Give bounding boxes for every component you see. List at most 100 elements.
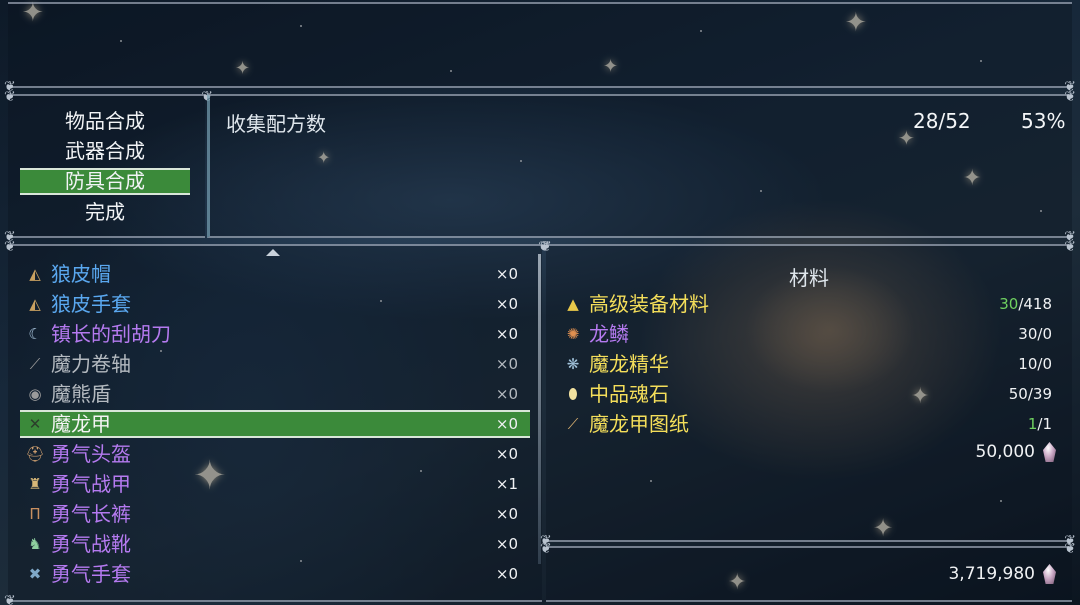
material-name: 龙鳞 [589, 322, 629, 346]
ornament-icon: ❦ [1064, 541, 1076, 557]
recipe-name: 勇气战靴 [51, 532, 131, 556]
material-amount: 50/39 [1009, 380, 1052, 408]
materials-title: 材料 [789, 266, 829, 290]
recipe-row[interactable]: ♜ 勇气战甲 ×1 [20, 470, 530, 498]
material-name: 中品魂石 [589, 382, 669, 406]
recipe-qty: ×0 [495, 565, 518, 583]
recipe-row[interactable]: ⟋ 魔力卷轴 ×0 [20, 350, 530, 378]
material-have: 30 [999, 295, 1019, 313]
material-need: /418 [1018, 295, 1052, 313]
recipe-name: 勇气长裤 [51, 502, 131, 526]
recipe-name: 勇气手套 [51, 562, 131, 586]
recipe-qty: ×0 [495, 325, 518, 343]
recipe-name: 狼皮帽 [51, 262, 111, 286]
material-have: 50 [1008, 385, 1028, 403]
recipe-name: 镇长的刮胡刀 [51, 322, 171, 346]
recipe-row[interactable]: ◉ 魔熊盾 ×0 [20, 380, 530, 408]
cost-value: 50,000 [975, 442, 1035, 462]
boots-icon: ♞ [28, 535, 42, 553]
razor-icon: ☾ [28, 325, 42, 343]
ornament-icon: ❦ [540, 239, 552, 255]
recipe-name: 勇气战甲 [51, 472, 131, 496]
money-value: 3,719,980 [948, 564, 1035, 584]
material-have: 10 [1018, 355, 1038, 373]
soul-stone-icon: ⬮ [568, 385, 578, 403]
material-have: 30 [1018, 325, 1038, 343]
ornament-icon: ❦ [4, 239, 16, 255]
ornament-icon: ❦ [1064, 89, 1076, 105]
ornament-icon: ❦ [4, 89, 16, 105]
material-amount: 30/418 [999, 290, 1052, 318]
scroll-icon: ⟋ [29, 355, 41, 373]
recipe-qty: ×0 [495, 355, 518, 373]
material-need: /1 [1037, 415, 1052, 433]
material-name: 高级装备材料 [589, 292, 709, 316]
recipe-row[interactable]: ♞ 勇气战靴 ×0 [20, 530, 530, 558]
recipe-name: 魔力卷轴 [51, 352, 131, 376]
recipe-row[interactable]: ◭ 狼皮手套 ×0 [20, 290, 530, 318]
recipe-qty: ×0 [495, 505, 518, 523]
collection-label: 收集配方数 [226, 112, 326, 136]
recipe-row[interactable]: ✖ 勇气手套 ×0 [20, 560, 530, 588]
material-name: 魔龙甲图纸 [589, 412, 689, 436]
material-amount: 1/1 [1028, 410, 1052, 438]
material-need: /0 [1037, 355, 1052, 373]
pants-icon: Π [29, 505, 41, 523]
recipe-name: 魔熊盾 [51, 382, 111, 406]
material-have: 1 [1027, 415, 1038, 433]
tab-weapon-synthesis[interactable]: 武器合成 [20, 138, 190, 165]
gem-currency-icon [1043, 564, 1056, 584]
bear-shield-icon: ◉ [28, 385, 42, 403]
material-amount: 10/0 [1018, 350, 1052, 378]
material-need: /0 [1037, 325, 1052, 343]
recipe-qty: ×0 [495, 535, 518, 553]
list-scrollbar[interactable] [538, 254, 541, 564]
wallet-panel: ❦ ❦ 3,719,980 [540, 542, 1076, 602]
recipe-row[interactable]: ☾ 镇长的刮胡刀 ×0 [20, 320, 530, 348]
recipe-row[interactable]: ◭ 狼皮帽 ×0 [20, 260, 530, 288]
dragon-scale-icon: ✺ [566, 325, 580, 343]
material-row: ⬮ 中品魂石 50/39 [562, 380, 1062, 408]
tab-armor-synthesis[interactable]: 防具合成 [20, 168, 190, 195]
armor-icon: ♜ [28, 475, 42, 493]
dragon-armor-icon: ✕ [28, 415, 42, 433]
material-need: /39 [1027, 385, 1052, 403]
blueprint-icon: ⟋ [567, 415, 579, 433]
recipe-name: 魔龙甲 [51, 412, 111, 436]
recipe-qty: ×0 [495, 415, 518, 433]
collection-percent: 53% [1021, 109, 1066, 133]
money-total: 3,719,980 [948, 564, 1056, 584]
tab-item-synthesis[interactable]: 物品合成 [20, 108, 190, 135]
material-row: ✺ 龙鳞 30/0 [562, 320, 1062, 348]
category-tabs-panel: ❦ ❦ ❦ 物品合成 武器合成 防具合成 完成 [4, 90, 213, 244]
material-pile-icon: ▲ [567, 295, 579, 313]
material-amount: 30/0 [1018, 320, 1052, 348]
recipe-qty: ×0 [495, 265, 518, 283]
recipe-row-selected[interactable]: ✕ 魔龙甲 ×0 [20, 410, 530, 438]
gem-currency-icon [1043, 442, 1056, 462]
recipe-qty: ×0 [495, 295, 518, 313]
scroll-up-arrow-icon[interactable] [266, 249, 280, 256]
helmet-icon: ⛑ [25, 445, 45, 463]
recipe-row[interactable]: Π 勇气长裤 ×0 [20, 500, 530, 528]
collection-progress-panel: ❦ ❦ 收集配方数 28/52 53% [207, 90, 1076, 244]
synthesis-cost: 50,000 [976, 442, 1056, 462]
recipe-name: 狼皮手套 [51, 292, 131, 316]
material-row: ❋ 魔龙精华 10/0 [562, 350, 1062, 378]
wolf-cap-icon: ◭ [29, 265, 41, 283]
ornament-icon: ❦ [540, 541, 552, 557]
recipe-qty: ×1 [495, 475, 518, 493]
materials-panel: ❦ ❦ ❦ ❦ 材料 ▲ 高级装备材料 30/418 ✺ 龙鳞 30/0 ❋ 魔… [540, 240, 1076, 548]
collection-count: 28/52 [913, 109, 971, 133]
material-row: ⟋ 魔龙甲图纸 1/1 [562, 410, 1062, 438]
wolf-glove-icon: ◭ [29, 295, 41, 313]
recipe-name: 勇气头盔 [51, 442, 131, 466]
recipe-row[interactable]: ⛑ 勇气头盔 ×0 [20, 440, 530, 468]
essence-icon: ❋ [566, 355, 580, 373]
recipe-list-panel: ❦ ❦ ❦ ◭ 狼皮帽 ×0 ◭ 狼皮手套 ×0 ☾ 镇长的刮胡刀 ×0 ⟋ 魔… [4, 240, 550, 605]
material-row: ▲ 高级装备材料 30/418 [562, 290, 1062, 318]
tab-completed[interactable]: 完成 [20, 199, 190, 226]
recipe-qty: ×0 [495, 385, 518, 403]
ornament-icon: ❦ [1064, 239, 1076, 255]
recipe-qty: ×0 [495, 445, 518, 463]
